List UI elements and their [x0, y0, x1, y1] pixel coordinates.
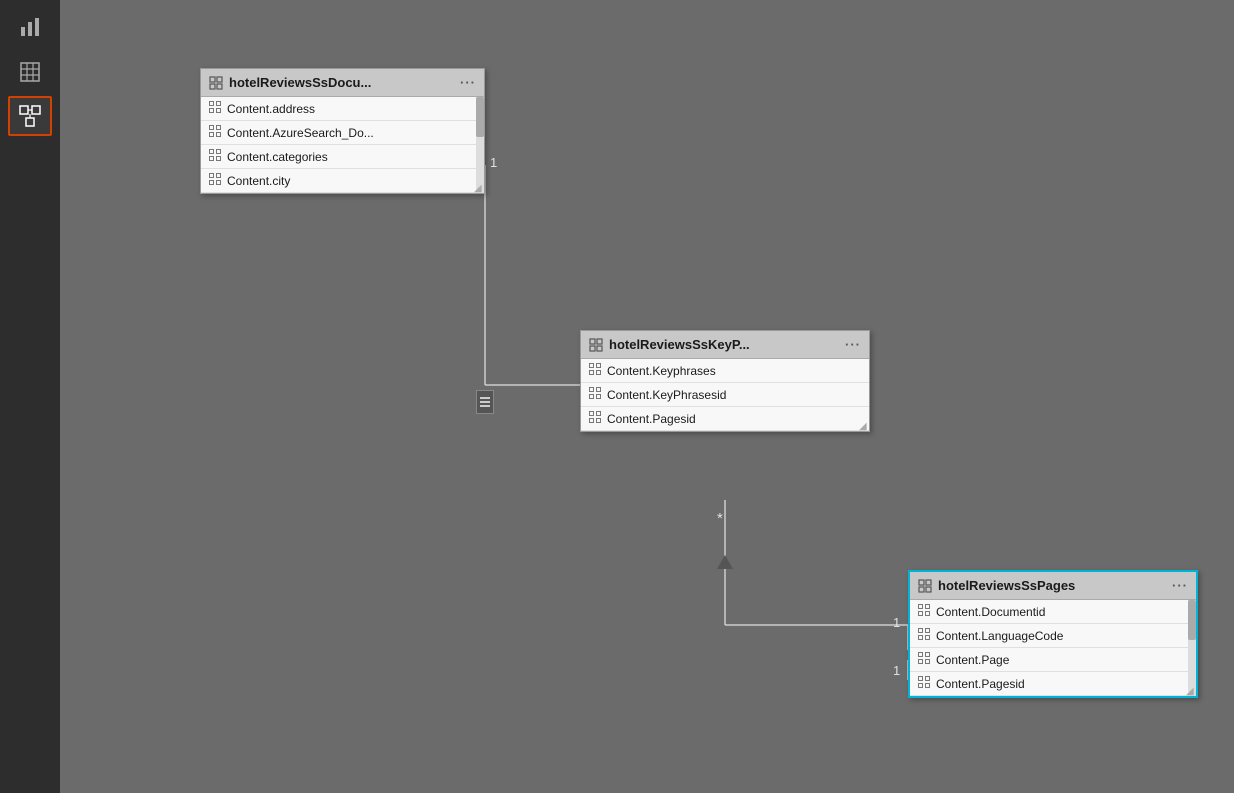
table-grid-icon-pages: [918, 579, 932, 593]
table-row[interactable]: Content.address: [201, 97, 484, 121]
table-row[interactable]: Content.city: [201, 169, 484, 193]
sidebar-item-bar-chart[interactable]: [8, 8, 52, 48]
arrow-up-marker: [717, 555, 733, 569]
table-header-pages[interactable]: hotelReviewsSsPages ···: [910, 572, 1196, 600]
table-header-doc[interactable]: hotelReviewsSsDocu... ···: [201, 69, 484, 97]
table-row[interactable]: Content.Keyphrases: [581, 359, 869, 383]
canvas: 1 * 1 1 hotelReviewsSsDocu... ···: [60, 0, 1234, 793]
table-body-keyp: Content.Keyphrases Content.KeyPhrasesid: [581, 359, 869, 431]
table-menu-keyp[interactable]: ···: [845, 337, 861, 352]
relation-label-1-doc: 1: [490, 155, 497, 170]
row-text: Content.Pagesid: [607, 412, 696, 426]
table-title-keyp: hotelReviewsSsKeyP...: [609, 337, 839, 352]
row-text: Content.Page: [936, 653, 1009, 667]
row-grid-icon: [589, 363, 601, 378]
table-menu-pages[interactable]: ···: [1172, 578, 1188, 593]
table-grid-icon-keyp: [589, 338, 603, 352]
row-grid-icon: [589, 411, 601, 426]
relation-label-star: *: [717, 510, 723, 527]
table-card-doc: hotelReviewsSsDocu... ··· Content.addres…: [200, 68, 485, 194]
connector-drag-handle-1[interactable]: [476, 390, 494, 414]
table-row[interactable]: Content.categories: [201, 145, 484, 169]
row-grid-icon: [209, 101, 221, 116]
relation-label-1-pages-2: 1: [893, 663, 900, 678]
table-card-pages: hotelReviewsSsPages ··· Content.Document…: [908, 570, 1198, 698]
row-text: Content.Keyphrases: [607, 364, 716, 378]
table-header-keyp[interactable]: hotelReviewsSsKeyP... ···: [581, 331, 869, 359]
row-text: Content.Pagesid: [936, 677, 1025, 691]
row-text: Content.Documentid: [936, 605, 1045, 619]
row-grid-icon: [918, 652, 930, 667]
table-row[interactable]: Content.Page: [910, 648, 1196, 672]
row-grid-icon: [918, 628, 930, 643]
row-grid-icon: [589, 387, 601, 402]
table-body-pages: Content.Documentid Content.LanguageCode: [910, 600, 1196, 696]
resize-handle-doc[interactable]: ◢: [474, 183, 484, 193]
row-text: Content.address: [227, 102, 315, 116]
table-row[interactable]: Content.Documentid: [910, 600, 1196, 624]
row-text: Content.AzureSearch_Do...: [227, 126, 374, 140]
row-text: Content.city: [227, 174, 290, 188]
table-row[interactable]: Content.Pagesid: [910, 672, 1196, 696]
table-title-pages: hotelReviewsSsPages: [938, 578, 1166, 593]
table-row[interactable]: Content.LanguageCode: [910, 624, 1196, 648]
row-text: Content.KeyPhrasesid: [607, 388, 726, 402]
table-card-keyp: hotelReviewsSsKeyP... ··· Content.Keyphr…: [580, 330, 870, 432]
table-title-doc: hotelReviewsSsDocu...: [229, 75, 454, 90]
row-text: Content.LanguageCode: [936, 629, 1063, 643]
sidebar-item-table[interactable]: [8, 52, 52, 92]
table-row[interactable]: Content.AzureSearch_Do...: [201, 121, 484, 145]
resize-handle-keyp[interactable]: ◢: [859, 421, 869, 431]
table-row[interactable]: Content.Pagesid: [581, 407, 869, 431]
table-body-doc: Content.address Content.AzureSearch_Do..…: [201, 97, 484, 193]
row-text: Content.categories: [227, 150, 328, 164]
sidebar-item-diagram[interactable]: [8, 96, 52, 136]
table-grid-icon-doc: [209, 76, 223, 90]
row-grid-icon: [209, 125, 221, 140]
sidebar: [0, 0, 60, 793]
row-grid-icon: [918, 604, 930, 619]
resize-handle-pages[interactable]: ◢: [1186, 686, 1196, 696]
relation-label-1-pages-1: 1: [893, 615, 900, 630]
table-row[interactable]: Content.KeyPhrasesid: [581, 383, 869, 407]
row-grid-icon: [918, 676, 930, 691]
table-menu-doc[interactable]: ···: [460, 75, 476, 90]
row-grid-icon: [209, 149, 221, 164]
row-grid-icon: [209, 173, 221, 188]
